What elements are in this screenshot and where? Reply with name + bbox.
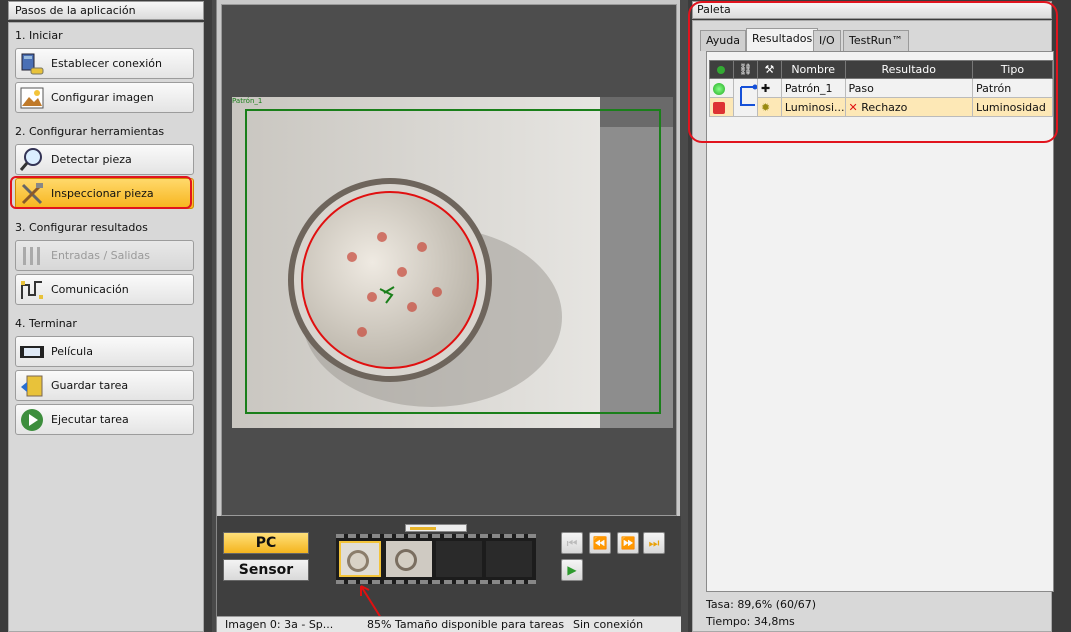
skip-forward-icon: ⏭ [648,536,660,550]
computer-icon [21,53,44,75]
pelicula-button[interactable]: Película [15,336,194,367]
steps-panel-body: 1. Iniciar Establecer conexión Configura… [8,22,204,632]
thumbnail-image [347,550,369,572]
establecer-conexion-button[interactable]: Establecer conexión [15,48,194,79]
film-frame[interactable] [386,541,432,577]
highlight-annotation [688,1,1058,143]
section-configurar-herramientas: 2. Configurar herramientas [15,125,165,138]
status-connection: Sin conexión [573,618,644,631]
last-frame-button[interactable]: ⏭ [643,532,665,554]
status-bar: Imagen 0: 3a - Sp... 85% Tamaño disponib… [217,616,681,632]
sensor-button[interactable]: Sensor [223,559,309,581]
play-icon [21,409,43,431]
play-icon: ▶ [567,563,577,577]
zoom-slider-fill [410,527,436,530]
arrow-annotation [360,585,382,619]
section-iniciar: 1. Iniciar [15,29,63,42]
camera-image[interactable]: Patrón_1 [232,97,673,428]
tasa-label: Tasa: 89,6% (60/67) [706,598,817,611]
save-icon [21,375,43,397]
image-viewer[interactable]: Patrón_1 [221,4,677,516]
tiempo-label: Tiempo: 34,8ms [706,615,795,628]
establecer-conexion-label: Establecer conexión [51,57,162,70]
highlight-annotation [10,176,192,209]
fast-forward-button[interactable]: ⏩ [617,532,639,554]
film-icon [20,346,44,358]
steps-panel: Pasos de la aplicación 1. Iniciar Establ… [0,0,212,632]
capture-controls: PC Sensor ⏮ ⏪ ⏩ ⏭ ▶ [217,516,681,632]
section-terminar: 4. Terminar [15,317,77,330]
film-frame[interactable] [339,541,381,577]
configurar-imagen-label: Configurar imagen [51,91,154,104]
skip-back-icon: ⏮ [566,536,578,550]
pc-button[interactable]: PC [223,532,309,554]
play-button[interactable]: ▶ [561,559,583,581]
ejecutar-tarea-button[interactable]: Ejecutar tarea [15,404,194,435]
magnifier-icon [19,148,42,171]
film-frame[interactable] [486,541,532,577]
guardar-tarea-button[interactable]: Guardar tarea [15,370,194,401]
film-frame[interactable] [436,541,482,577]
rewind-icon: ⏪ [592,536,608,550]
image-area: Patrón_1 PC Sensor ⏮ ⏪ ⏩ ⏭ ▶ Imagen 0: 3… [216,0,681,632]
entradas-salidas-button[interactable]: Entradas / Salidas [15,240,194,271]
first-frame-button[interactable]: ⏮ [561,532,583,554]
io-icon [23,247,40,265]
status-image: Imagen 0: 3a - Sp... [225,618,334,631]
ejecutar-tarea-label: Ejecutar tarea [51,413,129,426]
fast-forward-icon: ⏩ [620,536,636,550]
entradas-salidas-label: Entradas / Salidas [51,249,150,262]
camera-image-scene [232,97,673,428]
guardar-tarea-label: Guardar tarea [51,379,129,392]
comunicacion-button[interactable]: Comunicación [15,274,194,305]
section-configurar-resultados: 3. Configurar resultados [15,221,148,234]
thumbnail-image [395,549,417,571]
image-icon [20,87,44,109]
detectar-pieza-label: Detectar pieza [51,153,132,166]
filmstrip[interactable] [336,534,536,584]
rewind-button[interactable]: ⏪ [589,532,611,554]
pelicula-label: Película [51,345,93,358]
status-space: 85% Tamaño disponible para tareas [367,618,565,631]
zoom-slider[interactable] [405,524,467,532]
comunicacion-label: Comunicación [51,283,129,296]
steps-panel-title: Pasos de la aplicación [8,1,204,20]
roi-label: Patrón_1 [232,97,263,105]
detectar-pieza-button[interactable]: Detectar pieza [15,144,194,175]
communication-icon [21,281,43,299]
configurar-imagen-button[interactable]: Configurar imagen [15,82,194,113]
